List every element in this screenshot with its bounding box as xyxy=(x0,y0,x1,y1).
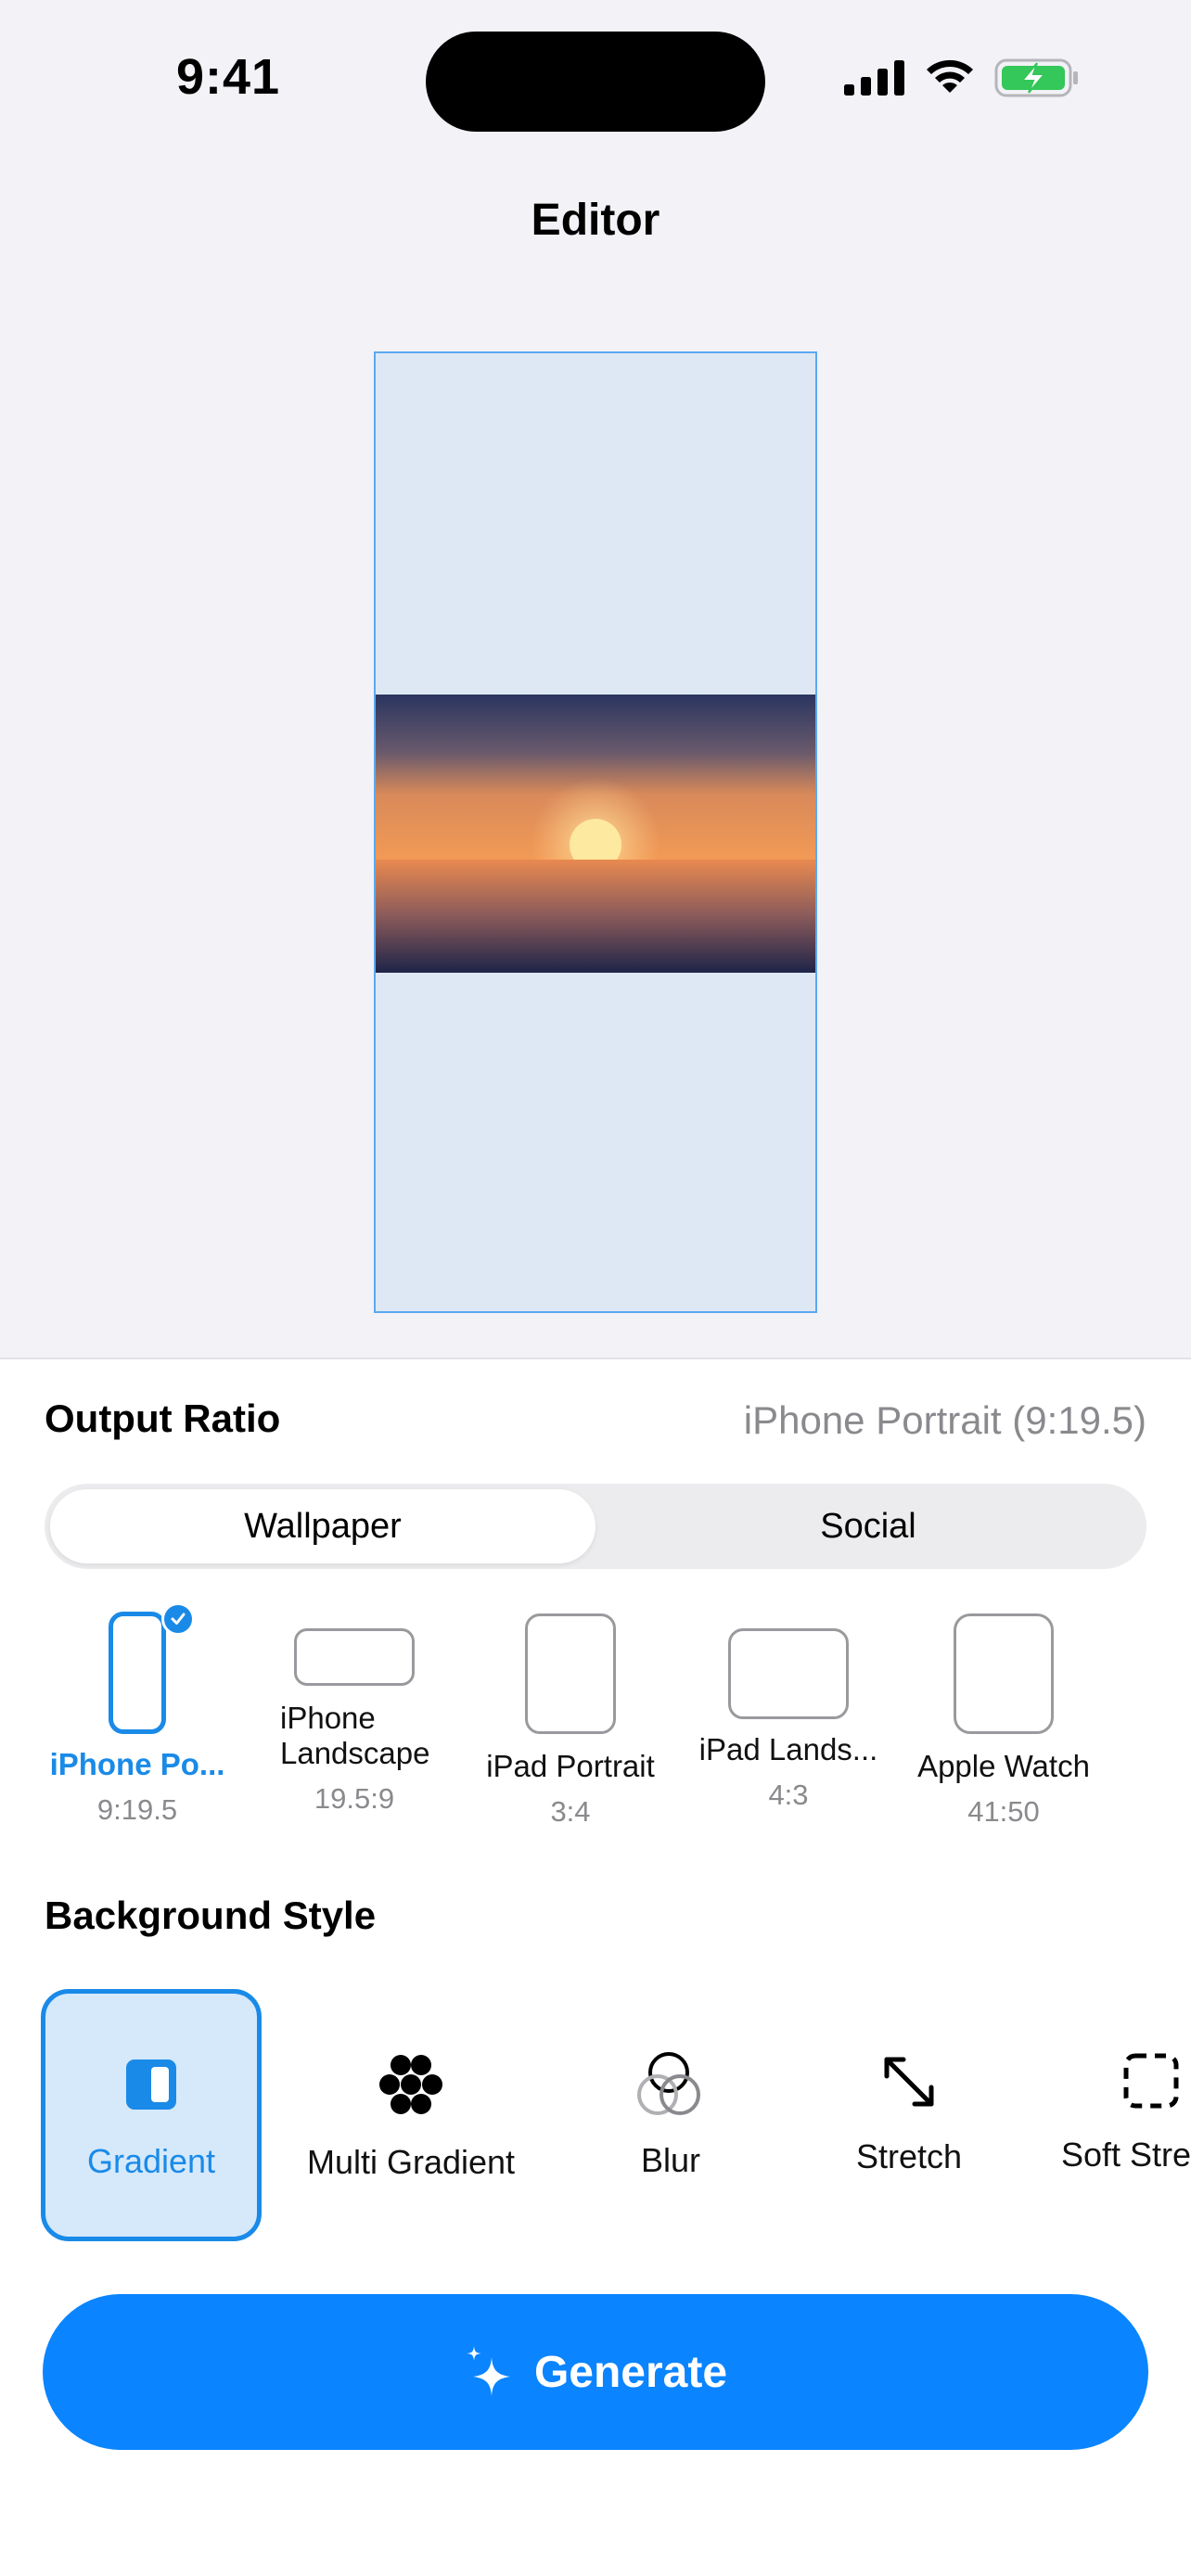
device-ratio: 3:4 xyxy=(550,1795,591,1828)
battery-charging-icon xyxy=(994,58,1078,97)
device-label: iPad Lands... xyxy=(698,1732,878,1766)
device-ratio: 9:19.5 xyxy=(96,1793,178,1826)
gradient-icon xyxy=(126,2060,176,2110)
status-icons xyxy=(844,57,1080,98)
apple-watch-shape xyxy=(954,1613,1054,1734)
style-option-multi-gradient[interactable]: Multi Gradient xyxy=(295,1989,527,2241)
ipad-landscape-shape xyxy=(728,1628,849,1719)
output-ratio-title: Output Ratio xyxy=(45,1396,281,1440)
device-option-iphone-portrait[interactable]: iPhone Po... 9:19.5 xyxy=(37,1602,237,1827)
generate-button[interactable]: Generate xyxy=(43,2294,1148,2450)
generate-label: Generate xyxy=(533,2347,728,2397)
style-option-gradient[interactable]: Gradient xyxy=(41,1989,262,2241)
iphone-landscape-shape xyxy=(294,1628,415,1686)
style-label: Stretch xyxy=(855,2137,963,2175)
divider xyxy=(0,1358,1191,1359)
style-label: Soft Stre xyxy=(1061,2136,1191,2174)
ipad-portrait-shape xyxy=(525,1613,616,1734)
device-option-ipad-landscape[interactable]: iPad Lands... 4:3 xyxy=(686,1628,890,1812)
checkmark-icon xyxy=(161,1602,195,1636)
device-ratio: 19.5:9 xyxy=(314,1782,395,1815)
sparkles-icon xyxy=(466,2346,510,2396)
device-option-ipad-portrait[interactable]: iPad Portrait 3:4 xyxy=(473,1613,668,1829)
style-label: Blur xyxy=(640,2141,701,2179)
device-label: iPhone Po... xyxy=(49,1747,225,1781)
device-ratio: 4:3 xyxy=(768,1779,809,1811)
page-title: Editor xyxy=(531,196,660,245)
device-label: iPhone Landscape xyxy=(280,1701,430,1770)
device-option-iphone-landscape[interactable]: iPhone Landscape 19.5:9 xyxy=(263,1628,445,1816)
tab-social[interactable]: Social xyxy=(596,1489,1141,1563)
device-option-apple-watch[interactable]: Apple Watch 41:50 xyxy=(902,1613,1106,1829)
style-option-soft-stretch[interactable]: Soft Stre xyxy=(1057,1989,1191,2241)
wifi-icon xyxy=(927,59,973,93)
tab-wallpaper[interactable]: Wallpaper xyxy=(50,1489,596,1563)
device-ratio: 41:50 xyxy=(967,1795,1040,1828)
output-ratio-value: iPhone Portrait (9:19.5) xyxy=(743,1398,1146,1442)
background-style-title: Background Style xyxy=(45,1894,377,1937)
multi-gradient-icon xyxy=(379,2055,442,2114)
style-option-blur[interactable]: Blur xyxy=(575,1989,766,2241)
stretch-icon xyxy=(884,2057,934,2107)
ratio-category-segmented-control: Wallpaper Social xyxy=(45,1484,1146,1569)
style-label: Gradient xyxy=(86,2142,216,2180)
device-label: Apple Watch xyxy=(917,1749,1090,1783)
soft-stretch-icon xyxy=(1123,2053,1179,2109)
status-time: 9:41 xyxy=(176,49,281,105)
sunset-photo xyxy=(376,695,815,973)
cellular-signal-icon xyxy=(844,60,904,96)
wallpaper-canvas-preview[interactable] xyxy=(374,351,817,1313)
style-label: Multi Gradient xyxy=(306,2143,516,2181)
iphone-portrait-shape xyxy=(109,1612,166,1734)
dynamic-island xyxy=(426,32,765,132)
device-label: iPad Portrait xyxy=(486,1749,655,1783)
style-option-stretch[interactable]: Stretch xyxy=(816,1989,1002,2241)
blur-icon xyxy=(637,2052,700,2115)
